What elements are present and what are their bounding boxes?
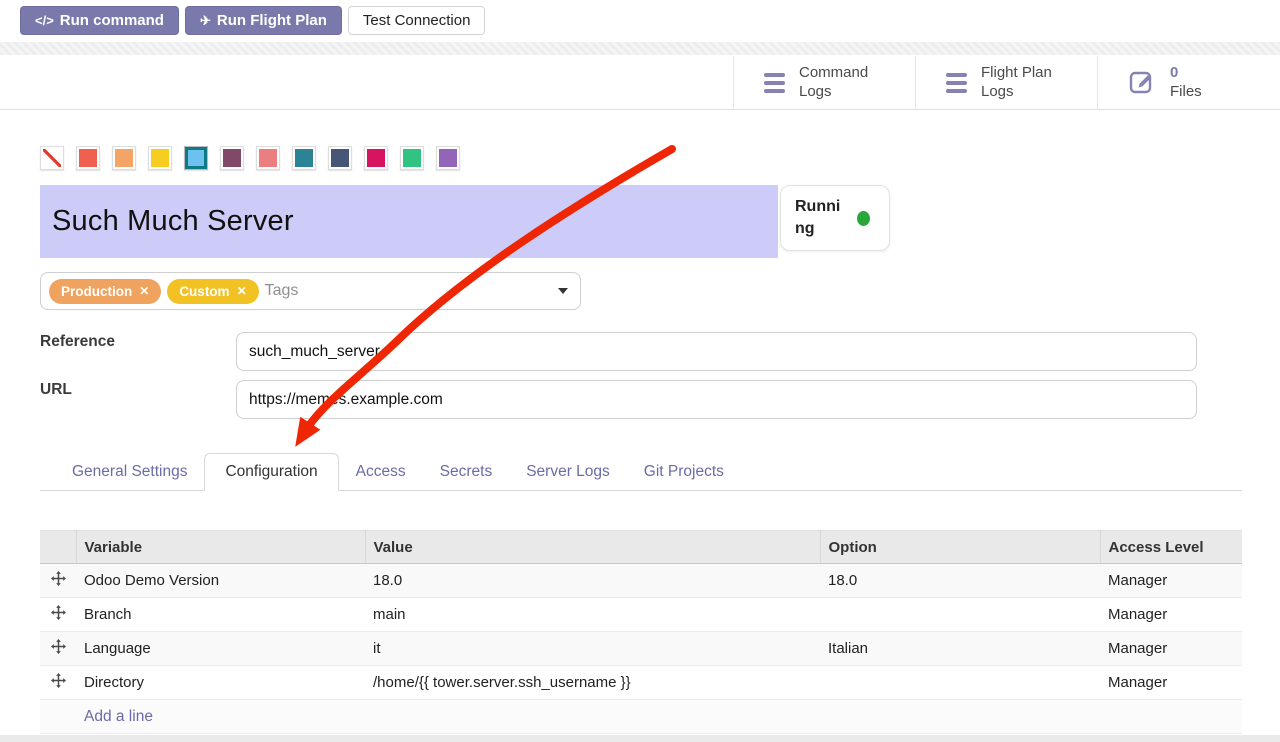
tag-label: Production (61, 284, 132, 299)
status-card: Running (780, 185, 890, 251)
cell-access-level[interactable]: Manager (1100, 598, 1242, 632)
edit-icon (1128, 67, 1156, 100)
remove-tag-icon[interactable]: ✕ (237, 284, 247, 298)
command-logs-label: Command Logs (799, 64, 885, 102)
cell-value[interactable]: /home/{{ tower.server.ssh_username }} (365, 666, 820, 700)
run-command-label: Run command (60, 12, 164, 29)
column-header-access-level[interactable]: Access Level (1100, 531, 1242, 564)
command-logs-stat-button[interactable]: Command Logs (733, 56, 915, 110)
files-label: Files (1170, 83, 1202, 100)
url-input[interactable] (236, 380, 1197, 419)
flight-plan-logs-stat-button[interactable]: Flight Plan Logs (915, 56, 1097, 110)
tab-server-logs[interactable]: Server Logs (509, 454, 627, 490)
drag-column-header (40, 531, 76, 564)
table-row: Language it Italian Manager (40, 632, 1242, 666)
server-name: Such Much Server (52, 205, 294, 238)
drag-handle-icon[interactable] (40, 666, 76, 700)
form-header-panel: Command Logs Flight Plan Logs 0 Files (0, 56, 1280, 110)
code-icon: </> (35, 13, 54, 28)
color-swatch[interactable] (220, 146, 244, 170)
color-swatch[interactable] (184, 146, 208, 170)
list-icon (946, 73, 967, 93)
color-swatch[interactable] (256, 146, 280, 170)
remove-tag-icon[interactable]: ✕ (139, 284, 149, 298)
cell-variable[interactable]: Branch (76, 598, 365, 632)
color-swatch[interactable] (364, 146, 388, 170)
run-command-button[interactable]: </> Run command (20, 6, 179, 35)
add-line-row: Add a line (40, 700, 1242, 734)
reference-input[interactable] (236, 332, 1197, 371)
table-row: Branch main Manager (40, 598, 1242, 632)
cell-option[interactable] (820, 666, 1100, 700)
color-swatch[interactable] (148, 146, 172, 170)
files-stat-button[interactable]: 0 Files (1097, 56, 1280, 110)
sheet-bottom-edge (0, 735, 1280, 742)
table-row: Odoo Demo Version 18.0 18.0 Manager (40, 564, 1242, 598)
server-name-field[interactable]: Such Much Server (40, 185, 778, 258)
cell-variable[interactable]: Directory (76, 666, 365, 700)
cell-variable[interactable]: Language (76, 632, 365, 666)
column-header-value[interactable]: Value (365, 531, 820, 564)
add-a-line-link[interactable]: Add a line (76, 700, 1242, 734)
color-swatch[interactable] (436, 146, 460, 170)
cell-access-level[interactable]: Manager (1100, 632, 1242, 666)
color-swatch[interactable] (292, 146, 316, 170)
notebook-tabs: General Settings Configuration Access Se… (40, 453, 1242, 491)
list-icon (764, 73, 785, 93)
files-count: 0 (1170, 64, 1178, 81)
status-label: Running (795, 196, 847, 239)
tag-pill: Production ✕ (49, 279, 161, 304)
drag-handle-icon[interactable] (40, 564, 76, 598)
column-header-option[interactable]: Option (820, 531, 1100, 564)
top-toolbar: </> Run command ✈ Run Flight Plan Test C… (0, 0, 1280, 42)
color-swatch[interactable] (400, 146, 424, 170)
cell-value[interactable]: it (365, 632, 820, 666)
flight-plan-logs-label: Flight Plan Logs (981, 64, 1067, 102)
cell-access-level[interactable]: Manager (1100, 666, 1242, 700)
cell-access-level[interactable]: Manager (1100, 564, 1242, 598)
tab-configuration[interactable]: Configuration (204, 453, 338, 491)
table-row: Directory /home/{{ tower.server.ssh_user… (40, 666, 1242, 700)
tab-git-projects[interactable]: Git Projects (627, 454, 741, 490)
color-palette (40, 146, 460, 170)
drag-handle-icon[interactable] (40, 598, 76, 632)
tag-label: Custom (179, 284, 229, 299)
tab-access[interactable]: Access (339, 454, 423, 490)
status-dot (857, 211, 870, 226)
cell-option[interactable] (820, 598, 1100, 632)
url-label: URL (40, 381, 72, 399)
tags-input[interactable]: Production ✕ Custom ✕ Tags (40, 272, 581, 310)
tab-secrets[interactable]: Secrets (423, 454, 510, 490)
column-header-variable[interactable]: Variable (76, 531, 365, 564)
cell-value[interactable]: 18.0 (365, 564, 820, 598)
color-swatch[interactable] (40, 146, 64, 170)
test-connection-label: Test Connection (363, 12, 471, 29)
table-header-row: Variable Value Option Access Level (40, 531, 1242, 564)
color-swatch[interactable] (328, 146, 352, 170)
variables-table: Variable Value Option Access Level Odoo … (40, 530, 1242, 734)
cell-value[interactable]: main (365, 598, 820, 632)
run-flight-plan-label: Run Flight Plan (217, 12, 327, 29)
chevron-down-icon[interactable] (558, 288, 568, 294)
test-connection-button[interactable]: Test Connection (348, 6, 486, 35)
tag-pill: Custom ✕ (167, 279, 258, 304)
color-swatch[interactable] (112, 146, 136, 170)
cell-variable[interactable]: Odoo Demo Version (76, 564, 365, 598)
drag-handle-icon[interactable] (40, 632, 76, 666)
tags-placeholder: Tags (265, 282, 299, 300)
plane-icon: ✈ (200, 13, 211, 29)
run-flight-plan-button[interactable]: ✈ Run Flight Plan (185, 6, 342, 35)
cell-option[interactable]: 18.0 (820, 564, 1100, 598)
reference-label: Reference (40, 333, 115, 351)
tab-general-settings[interactable]: General Settings (55, 454, 204, 490)
cell-option[interactable]: Italian (820, 632, 1100, 666)
divider-band (0, 42, 1280, 56)
no-color-icon (43, 149, 61, 167)
color-swatch[interactable] (76, 146, 100, 170)
